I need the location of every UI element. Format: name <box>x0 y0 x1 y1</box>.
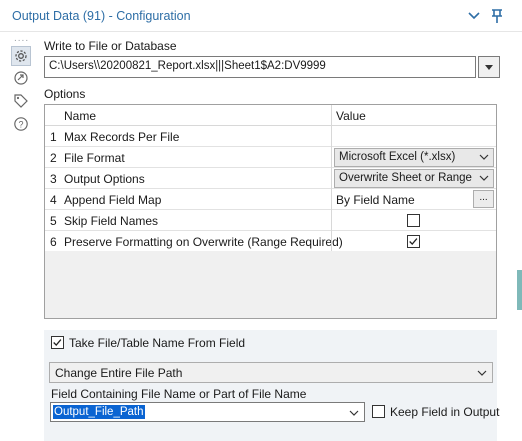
table-row[interactable]: 4 Append Field Map By Field Name ... <box>45 189 496 210</box>
annotation-arrow-icon[interactable] <box>11 68 31 88</box>
option-name: Append Field Map <box>64 193 162 207</box>
row-number: 2 <box>50 151 57 165</box>
option-name: Max Records Per File <box>64 130 180 144</box>
row-number: 3 <box>50 172 57 186</box>
option-name: Output Options <box>64 172 145 186</box>
preserve-formatting-cell <box>332 231 496 252</box>
sidebar-grip: .... <box>14 33 30 44</box>
option-name: Preserve Formatting on Overwrite (Range … <box>64 235 343 249</box>
table-row[interactable]: 6 Preserve Formatting on Overwrite (Rang… <box>45 231 496 252</box>
options-grid-body: Name Value 1 Max Records Per File 2 File… <box>45 105 496 251</box>
write-to-file-label: Write to File or Database <box>44 39 177 53</box>
keep-field-checkbox[interactable] <box>372 405 385 418</box>
append-field-map-cell: By Field Name ... <box>332 189 496 210</box>
skip-field-names-cell <box>332 210 496 231</box>
splitter-edge[interactable] <box>517 270 522 310</box>
row-number: 1 <box>50 130 57 144</box>
title-bar: Output Data (91) - Configuration <box>0 0 522 32</box>
field-name-value: Output_File_Path <box>53 405 145 419</box>
output-data-configuration-window: Output Data (91) - Configuration .... ? … <box>0 0 522 441</box>
append-field-map-ellipsis-button[interactable]: ... <box>473 190 494 208</box>
column-divider <box>331 105 332 251</box>
file-name-mode-select[interactable]: Change Entire File Path <box>49 362 493 383</box>
skip-field-names-checkbox[interactable] <box>407 214 420 227</box>
row-number: 6 <box>50 235 57 249</box>
take-name-from-field-checkbox[interactable] <box>51 336 64 349</box>
field-name-select[interactable]: Output_File_Path <box>50 402 365 422</box>
option-name: File Format <box>64 151 125 165</box>
keep-field-label: Keep Field in Output <box>390 405 500 419</box>
file-name-mode-value: Change Entire File Path <box>55 366 183 380</box>
column-header-value: Value <box>336 109 366 123</box>
svg-text:?: ? <box>18 120 23 130</box>
triangle-down-icon <box>485 64 493 70</box>
options-label: Options <box>44 87 86 101</box>
file-path-input[interactable]: C:\Users\\20200821_Report.xlsx|||Sheet1$… <box>44 56 476 78</box>
output-options-cell: Overwrite Sheet or Range <box>332 168 496 189</box>
table-row[interactable]: 2 File Format Microsoft Excel (*.xlsx) <box>45 147 496 168</box>
append-field-map-value: By Field Name <box>336 193 415 207</box>
grid-empty-area <box>45 251 496 318</box>
checkmark-icon <box>409 238 418 245</box>
checkmark-icon <box>53 339 62 346</box>
table-row[interactable]: 5 Skip Field Names <box>45 210 496 231</box>
chevron-down-icon <box>479 152 489 165</box>
gear-icon[interactable] <box>11 46 31 66</box>
chevron-down-icon <box>479 173 489 186</box>
tag-icon[interactable] <box>11 91 31 111</box>
file-format-cell: Microsoft Excel (*.xlsx) <box>332 147 496 168</box>
chevron-down-icon <box>477 367 487 381</box>
preserve-formatting-checkbox[interactable] <box>407 235 420 248</box>
pin-icon[interactable] <box>488 7 506 25</box>
file-path-dropdown-button[interactable] <box>478 56 500 78</box>
row-number: 5 <box>50 214 57 228</box>
options-grid: Name Value 1 Max Records Per File 2 File… <box>44 104 497 319</box>
file-format-value: Microsoft Excel (*.xlsx) <box>339 151 456 163</box>
table-row[interactable]: 1 Max Records Per File <box>45 126 496 147</box>
column-header-name: Name <box>64 109 97 123</box>
window-title: Output Data (91) - Configuration <box>12 9 191 23</box>
table-row[interactable]: 3 Output Options Overwrite Sheet or Rang… <box>45 168 496 189</box>
chevron-down-icon[interactable] <box>465 7 483 25</box>
field-containing-name-label: Field Containing File Name or Part of Fi… <box>51 387 307 401</box>
chevron-down-icon <box>349 407 359 421</box>
file-format-select[interactable]: Microsoft Excel (*.xlsx) <box>334 148 494 167</box>
row-number: 4 <box>50 193 57 207</box>
output-options-value: Overwrite Sheet or Range <box>339 172 472 184</box>
help-icon[interactable]: ? <box>11 114 31 134</box>
grid-header: Name Value <box>45 105 496 126</box>
option-name: Skip Field Names <box>64 214 159 228</box>
output-options-select[interactable]: Overwrite Sheet or Range <box>334 169 494 188</box>
take-name-from-field-label: Take File/Table Name From Field <box>69 336 246 350</box>
max-records-value[interactable] <box>332 126 496 147</box>
